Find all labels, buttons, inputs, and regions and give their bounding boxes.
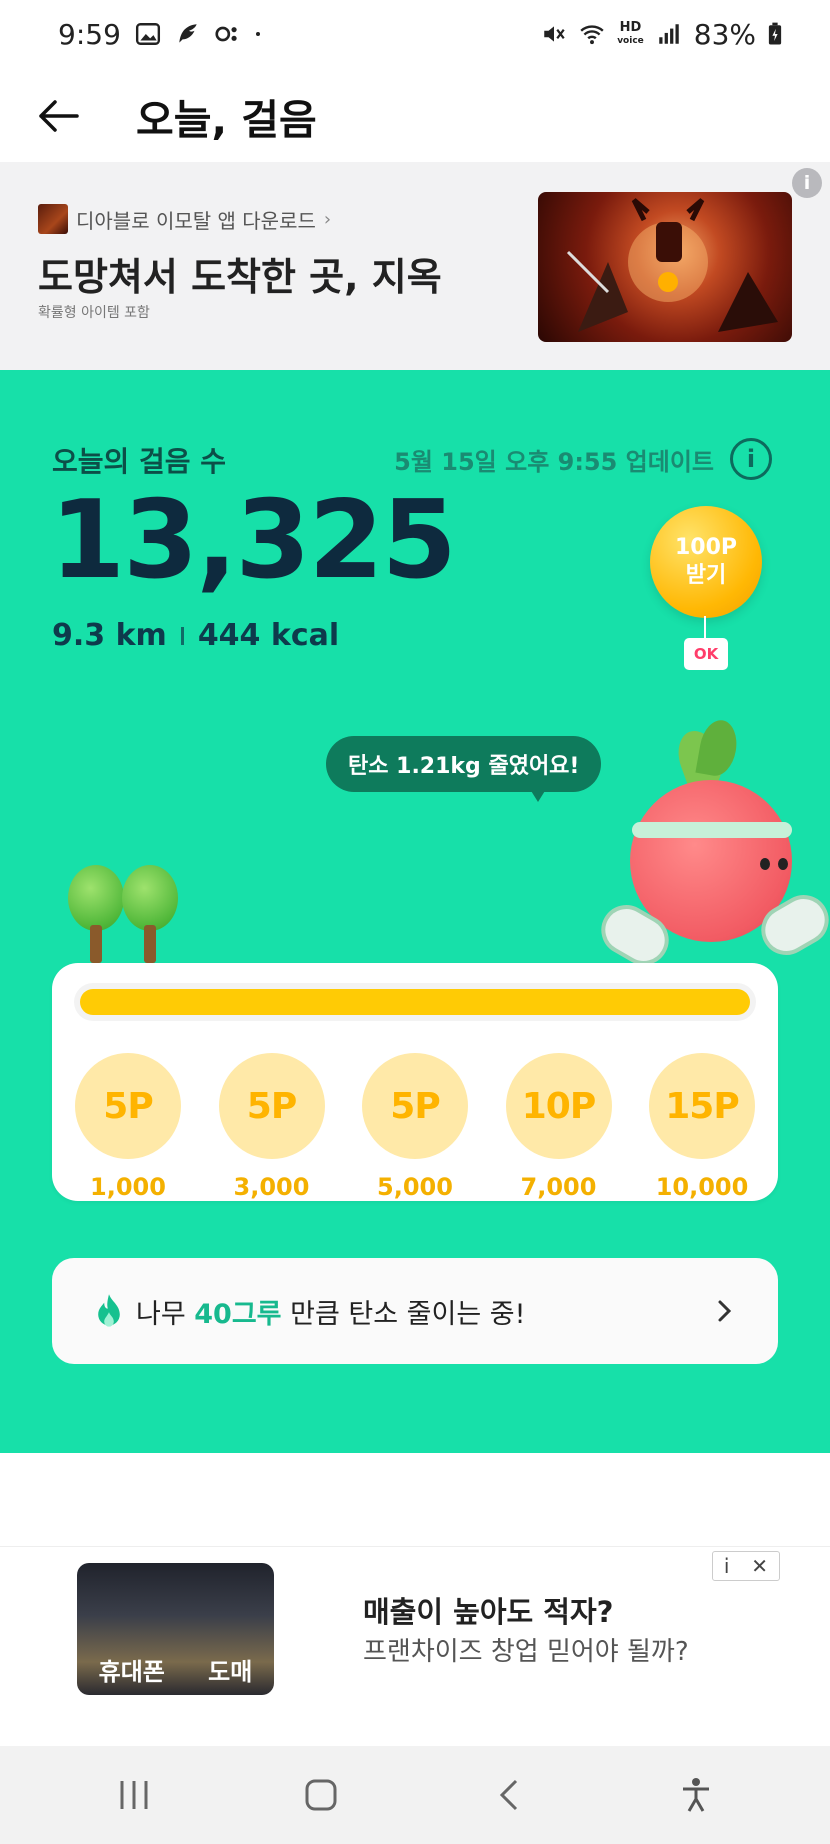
sign-left: 휴대폰	[98, 1658, 165, 1686]
mascot-eye	[778, 858, 788, 870]
sign-right: 도매	[208, 1658, 253, 1686]
top-ad-banner[interactable]: 디아블로 이모탈 앱 다운로드 › 도망쳐서 도착한 곳, 지옥 확률형 아이템…	[0, 162, 830, 370]
status-time: 9:59	[58, 17, 121, 51]
milestone-steps: 7,000	[520, 1173, 597, 1201]
bottom-ad-banner[interactable]: 휴대폰 도매 매출이 높아도 적자? 프랜차이즈 창업 믿어야 될까? i ✕	[0, 1546, 830, 1746]
milestone-steps: 5,000	[377, 1173, 453, 1201]
feather-icon	[179, 24, 197, 43]
calories-value: 444 kcal	[197, 618, 340, 653]
battery-icon	[768, 22, 782, 45]
wifi-icon	[580, 25, 604, 45]
ad-image[interactable]	[538, 192, 792, 342]
progress-track	[74, 983, 756, 1021]
divider	[180, 626, 184, 645]
bottom-ad-title: 매출이 높아도 적자?	[363, 1595, 614, 1629]
signal-icon	[659, 24, 679, 44]
steps-section: 오늘의 걸음 수 5월 15일 오후 9:55 업데이트 i 13,325 9.…	[0, 370, 830, 1453]
step-count: 13,325	[50, 478, 457, 603]
milestone-item: 15P 10,000	[648, 1053, 756, 1201]
carbon-speech-bubble: 탄소 1.21kg 줄였어요!	[326, 736, 602, 792]
milestone-item: 5P 5,000	[361, 1053, 469, 1201]
ad-info-button[interactable]: i	[724, 1554, 730, 1578]
distance-row: 9.3 km 444 kcal	[52, 618, 339, 653]
info-icon: i	[746, 445, 756, 473]
bottom-ad-image[interactable]: 휴대폰 도매	[77, 1563, 274, 1695]
system-nav-bar	[0, 1746, 830, 1844]
info-button[interactable]: i	[730, 438, 772, 480]
recents-button[interactable]	[104, 1765, 164, 1825]
recents-icon	[120, 1781, 148, 1809]
milestone-steps: 1,000	[90, 1173, 166, 1201]
ad-source-text: 디아블로 이모탈 앱 다운로드	[76, 208, 316, 233]
gallery-icon	[135, 23, 160, 45]
accessibility-icon	[683, 1778, 710, 1812]
status-right: HD voice 83%	[541, 18, 782, 51]
hd-voice-icon: HD voice	[617, 19, 644, 46]
reward-points: 100P	[674, 535, 738, 560]
back-nav-button[interactable]	[479, 1765, 539, 1825]
mascot-leaf	[695, 717, 741, 779]
reward-action: 받기	[685, 563, 727, 588]
ad-app-thumbnail	[38, 204, 68, 234]
progress-card: 5P 1,000 5P 3,000 5P 5,000 10P 7,000 15P 10,000	[52, 963, 778, 1201]
storefront-sign: 휴대폰 도매	[77, 1652, 274, 1687]
tree-illustration	[122, 865, 178, 965]
ad-note: 확률형 아이템 포함	[38, 305, 150, 321]
milestone-points-coin[interactable]: 5P	[218, 1053, 325, 1159]
bubble-tail	[528, 786, 548, 802]
tree-illustration	[68, 865, 124, 965]
app-notification-icon	[215, 26, 237, 42]
bottom-ad-subtitle: 프랜차이즈 창업 믿어야 될까?	[363, 1637, 689, 1667]
carbon-savings-row[interactable]: 나무 40그루 만큼 탄소 줄이는 중!	[52, 1258, 778, 1364]
ad-artwork	[566, 198, 778, 332]
mute-icon	[544, 26, 565, 42]
status-left: 9:59	[58, 18, 267, 51]
milestone-item: 10P 7,000	[505, 1053, 613, 1201]
milestones: 5P 1,000 5P 3,000 5P 5,000 10P 7,000 15P 10,000	[74, 1053, 756, 1201]
progress-fill	[80, 989, 750, 1015]
home-icon	[305, 1779, 337, 1811]
back-button[interactable]	[34, 91, 84, 141]
page-title: 오늘, 걸음	[136, 96, 317, 144]
ok-cashbag-badge: OK	[684, 638, 728, 670]
ad-info-button[interactable]: i	[792, 168, 822, 198]
chevron-right-icon	[718, 1300, 732, 1322]
milestone-points-coin[interactable]: 15P	[649, 1053, 755, 1159]
distance-value: 9.3 km	[52, 618, 167, 653]
milestone-item: 5P 3,000	[218, 1053, 326, 1201]
accessibility-button[interactable]	[666, 1765, 726, 1825]
ad-close-button[interactable]: ✕	[751, 1554, 768, 1578]
milestone-steps: 10,000	[655, 1173, 749, 1201]
status-bar: 9:59 HD voice 83%	[0, 0, 830, 68]
app-header: 오늘, 걸음	[0, 68, 830, 164]
mascot-headband	[632, 822, 792, 838]
home-button[interactable]	[291, 1765, 351, 1825]
arrow-left-icon	[39, 100, 79, 132]
chevron-left-icon	[499, 1779, 517, 1811]
tree-count: 40그루	[194, 1298, 282, 1330]
battery-percent: 83%	[693, 17, 756, 51]
milestone-points-coin[interactable]: 5P	[362, 1053, 468, 1159]
milestone-item: 5P 1,000	[74, 1053, 182, 1201]
milestone-points-coin[interactable]: 10P	[505, 1053, 612, 1159]
balloon-string	[704, 616, 706, 640]
ad-source[interactable]: 디아블로 이모탈 앱 다운로드 ›	[38, 204, 331, 234]
steps-label: 오늘의 걸음 수	[52, 445, 227, 478]
milestone-steps: 3,000	[233, 1173, 310, 1201]
chevron-right-icon: ›	[323, 208, 332, 230]
dot-icon	[255, 32, 260, 36]
update-time: 5월 15일 오후 9:55 업데이트	[394, 448, 714, 476]
milestone-points-coin[interactable]: 5P	[75, 1053, 181, 1159]
flame-icon	[98, 1294, 120, 1327]
mascot-eye	[760, 858, 770, 870]
ad-headline: 도망쳐서 도착한 곳, 지옥	[38, 255, 442, 299]
carbon-text: 나무 40그루 만큼 탄소 줄이는 중!	[136, 1298, 526, 1330]
reward-balloon-button[interactable]: 100P 받기	[650, 506, 762, 618]
ad-controls: i ✕	[712, 1551, 780, 1581]
